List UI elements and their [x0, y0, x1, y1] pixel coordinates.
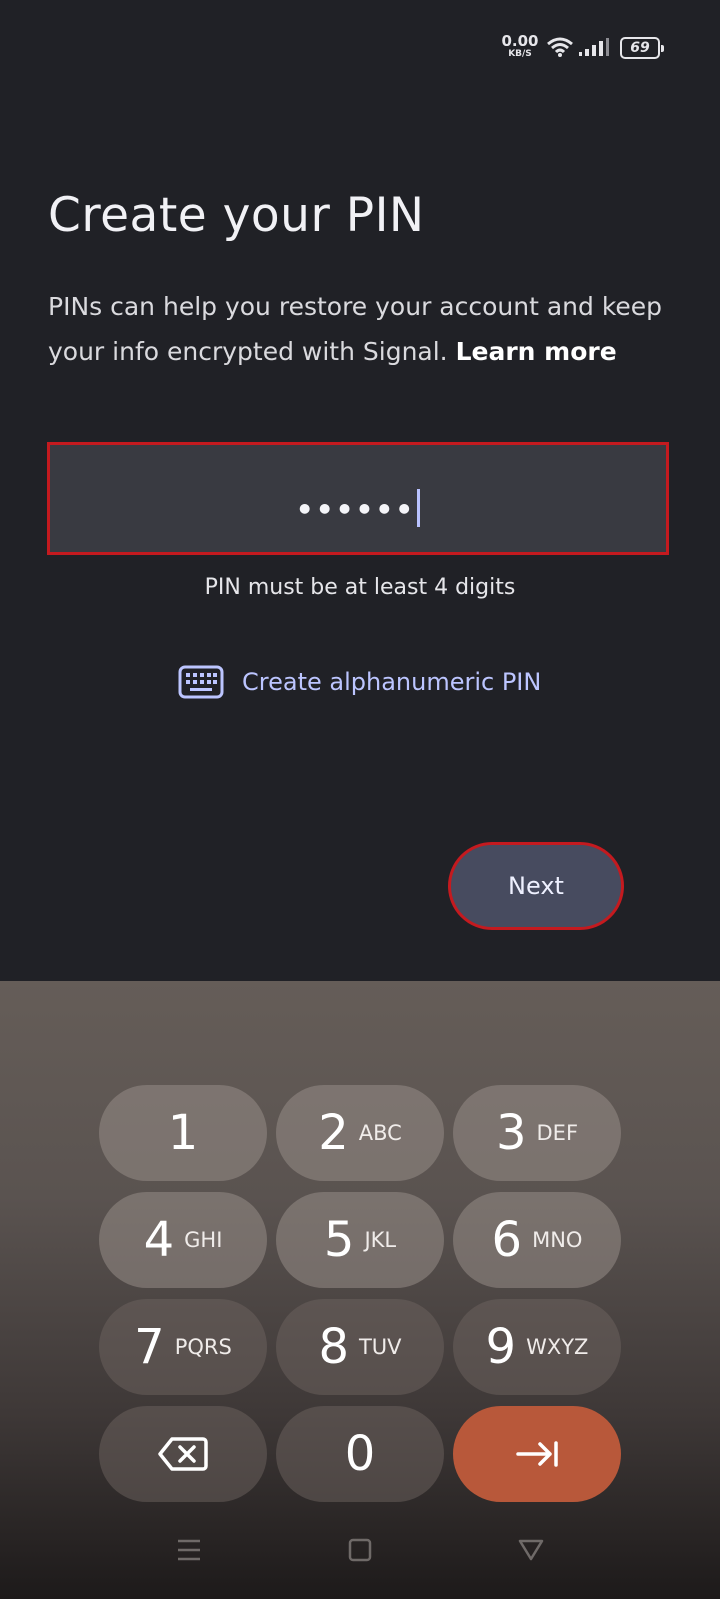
pin-value-wrap: •••••• — [50, 489, 666, 527]
key-letters: GHI — [184, 1228, 223, 1252]
key-letters: DEF — [536, 1121, 579, 1145]
key-digit: 6 — [491, 1212, 523, 1268]
status-bar: 0.00 KB/S 69 — [0, 0, 720, 90]
key-digit: 0 — [344, 1426, 376, 1482]
pin-value: •••••• — [295, 493, 416, 526]
backspace-key[interactable] — [99, 1406, 267, 1502]
description: PINs can help you restore your account a… — [48, 284, 688, 374]
text-caret — [417, 489, 421, 527]
key-digit: 7 — [134, 1319, 165, 1375]
key-letters: PQRS — [174, 1335, 232, 1359]
pin-input[interactable]: •••••• — [47, 442, 669, 555]
key-2[interactable]: 2 ABC — [276, 1085, 444, 1181]
wifi-icon — [547, 37, 573, 57]
battery-level: 69 — [630, 40, 650, 56]
key-7[interactable]: 7 PQRS — [99, 1299, 267, 1395]
key-1[interactable]: 1 — [99, 1085, 267, 1181]
key-digit: 8 — [318, 1319, 349, 1375]
key-digit: 5 — [323, 1212, 355, 1268]
network-speed: 0.00 KB/S — [500, 34, 540, 59]
key-letters: MNO — [532, 1228, 583, 1252]
key-digit: 2 — [318, 1105, 349, 1161]
home-square-icon[interactable] — [348, 1538, 372, 1562]
signal-icon — [579, 38, 609, 56]
page-title: Create your PIN — [48, 188, 425, 243]
key-letters: ABC — [358, 1121, 402, 1145]
back-triangle-icon[interactable] — [518, 1538, 544, 1562]
backspace-icon — [158, 1437, 208, 1471]
menu-icon[interactable] — [176, 1538, 202, 1562]
key-letters: TUV — [358, 1335, 402, 1359]
tab-arrow-icon — [516, 1441, 558, 1467]
create-alphanumeric-pin-label: Create alphanumeric PIN — [242, 668, 542, 696]
key-9[interactable]: 9 WXYZ — [453, 1299, 621, 1395]
learn-more-link[interactable]: Learn more — [456, 337, 617, 366]
key-digit: 9 — [485, 1319, 517, 1375]
network-speed-unit: KB/S — [508, 49, 532, 59]
battery-icon: 69 — [620, 37, 664, 59]
key-5[interactable]: 5 JKL — [276, 1192, 444, 1288]
pin-helper-text: PIN must be at least 4 digits — [204, 575, 516, 600]
numeric-keypad: 1 2 ABC 3 DEF 4 GHI 5 JKL 6 MNO 7 PQRS 8… — [0, 981, 720, 1599]
key-digit: 3 — [495, 1105, 527, 1161]
key-digit: 4 — [143, 1212, 175, 1268]
create-alphanumeric-pin-link[interactable]: Create alphanumeric PIN — [178, 662, 541, 702]
navigation-bar — [0, 1520, 720, 1599]
network-speed-value: 0.00 — [501, 32, 539, 50]
key-8[interactable]: 8 TUV — [276, 1299, 444, 1395]
enter-key[interactable] — [453, 1406, 621, 1502]
key-letters: JKL — [364, 1228, 397, 1252]
next-button[interactable]: Next — [448, 842, 624, 930]
key-letters: WXYZ — [526, 1335, 589, 1359]
key-6[interactable]: 6 MNO — [453, 1192, 621, 1288]
key-digit: 1 — [167, 1105, 199, 1161]
key-0[interactable]: 0 — [276, 1406, 444, 1502]
keyboard-icon — [178, 665, 224, 699]
key-4[interactable]: 4 GHI — [99, 1192, 267, 1288]
key-3[interactable]: 3 DEF — [453, 1085, 621, 1181]
